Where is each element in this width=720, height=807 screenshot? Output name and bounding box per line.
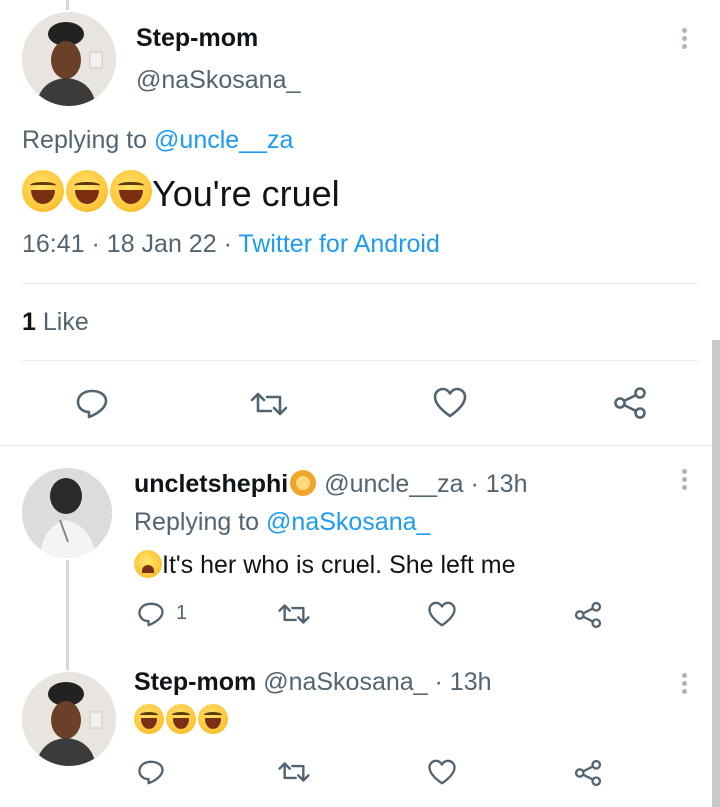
tweet-meta: 16:41 · 18 Jan 22 · Twitter for Android <box>22 230 440 259</box>
reply-header: Step-mom @naSkosana_ · 13h <box>134 668 492 697</box>
laughing-emoji-icon <box>110 170 152 212</box>
reply-age: · 13h <box>434 668 492 696</box>
laughing-emoji-icon <box>198 704 228 734</box>
avatar[interactable] <box>22 12 116 106</box>
reply-author-handle[interactable]: @uncle__za <box>324 470 463 498</box>
replying-to: Replying to @uncle__za <box>22 126 293 155</box>
retweet-icon[interactable] <box>274 598 314 630</box>
scrollbar[interactable] <box>712 340 720 807</box>
author-handle[interactable]: @naSkosana_ <box>136 66 300 95</box>
likes-count: 1 <box>22 308 36 336</box>
divider <box>22 360 698 361</box>
reply-icon[interactable] <box>134 598 168 630</box>
meta-sep: · <box>223 230 232 258</box>
tweet-text: You're cruel <box>22 170 340 216</box>
author-name[interactable]: Step-mom <box>136 24 258 53</box>
avatar[interactable] <box>22 468 112 558</box>
laughing-emoji-icon <box>134 704 164 734</box>
divider <box>0 445 712 446</box>
laughing-emoji-icon <box>66 170 108 212</box>
thread-line-top <box>66 0 69 10</box>
reply-header: uncletshephi @uncle__za · 13h <box>134 470 527 499</box>
like-icon[interactable] <box>424 756 460 788</box>
laughing-emoji-icon <box>22 170 64 212</box>
weary-emoji-icon <box>134 550 162 578</box>
likes-label: Like <box>42 308 89 336</box>
divider <box>22 283 698 284</box>
laughing-emoji-icon <box>166 704 196 734</box>
reply-icon[interactable] <box>72 386 112 422</box>
like-icon[interactable] <box>430 384 470 422</box>
reply-text: It's her who is cruel. She left me <box>134 550 516 580</box>
retweet-icon[interactable] <box>246 386 292 422</box>
meta-sep: · <box>91 230 100 258</box>
reply-icon[interactable] <box>134 756 168 788</box>
more-icon[interactable] <box>682 25 687 52</box>
retweet-icon[interactable] <box>274 756 314 788</box>
tweet-body: You're cruel <box>152 173 340 214</box>
like-icon[interactable] <box>424 598 460 630</box>
reply-count: 1 <box>176 602 188 624</box>
replying-handle-link[interactable]: @naSkosana_ <box>266 508 430 536</box>
thread-line-middle <box>66 560 69 670</box>
reply-body: It's her who is cruel. She left me <box>162 551 516 579</box>
replying-to: Replying to @naSkosana_ <box>134 508 430 537</box>
more-icon[interactable] <box>682 466 687 493</box>
share-icon[interactable] <box>570 756 606 790</box>
tweet-source-link[interactable]: Twitter for Android <box>238 230 439 258</box>
lion-emoji-icon <box>290 470 317 496</box>
likes-count-row[interactable]: 1 Like <box>22 308 89 337</box>
reply-author-name[interactable]: uncletshephi <box>134 470 288 498</box>
tweet-time: 16:41 <box>22 230 85 258</box>
reply-text <box>134 704 228 734</box>
avatar[interactable] <box>22 672 116 766</box>
replying-label: Replying to <box>22 126 148 154</box>
share-icon[interactable] <box>570 598 606 632</box>
tweet-date: 18 Jan 22 <box>106 230 217 258</box>
replying-handle-link[interactable]: @uncle__za <box>154 126 293 154</box>
reply-age: · 13h <box>470 470 528 498</box>
reply-author-handle[interactable]: @naSkosana_ <box>263 668 427 696</box>
reply-author-name[interactable]: Step-mom <box>134 668 256 696</box>
replying-label: Replying to <box>134 508 260 536</box>
more-icon[interactable] <box>682 670 687 697</box>
share-icon[interactable] <box>610 384 650 422</box>
